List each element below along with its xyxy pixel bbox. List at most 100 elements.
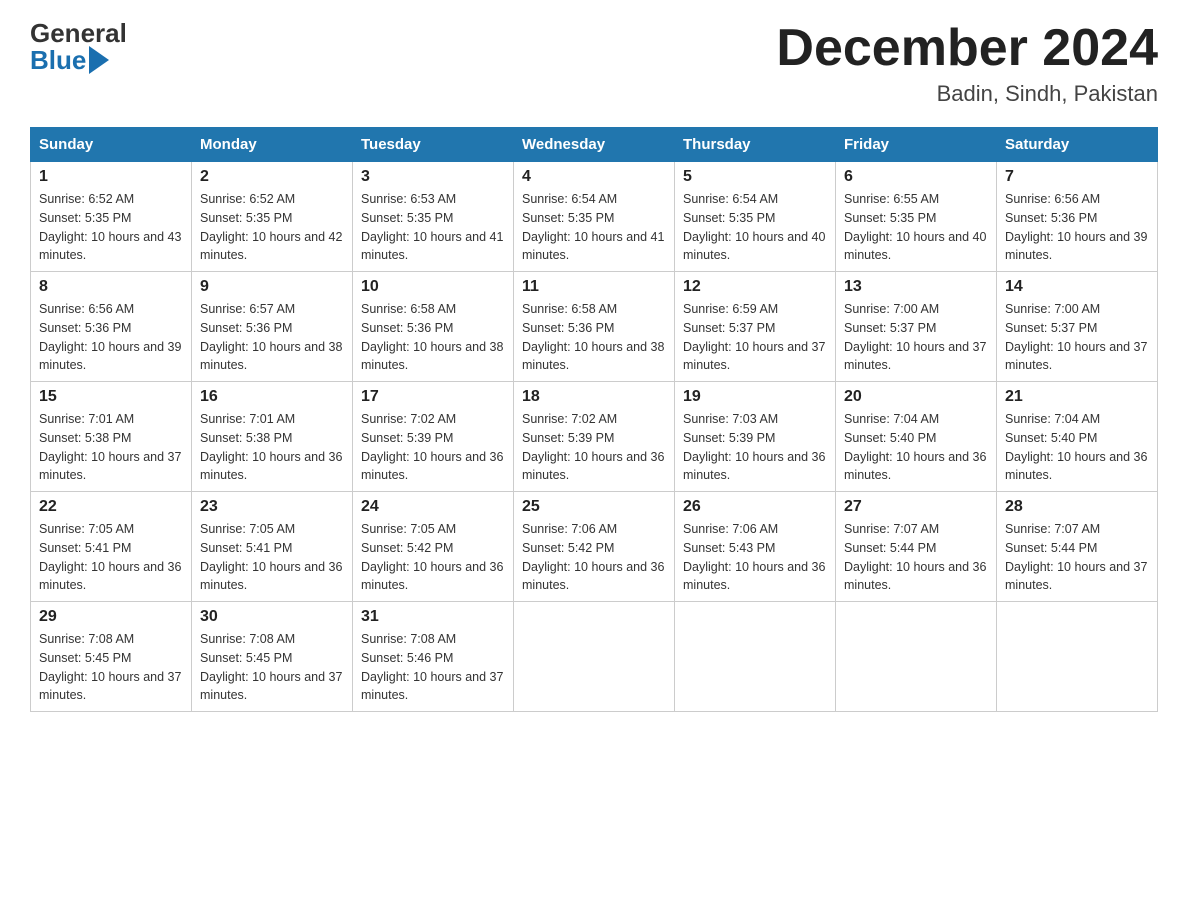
day-info: Sunrise: 7:08 AMSunset: 5:45 PMDaylight:… xyxy=(200,632,342,702)
day-info: Sunrise: 6:54 AMSunset: 5:35 PMDaylight:… xyxy=(683,192,825,262)
day-info: Sunrise: 7:07 AMSunset: 5:44 PMDaylight:… xyxy=(1005,522,1147,592)
header-thursday: Thursday xyxy=(675,128,836,162)
title-block: December 2024 Badin, Sindh, Pakistan xyxy=(776,20,1158,107)
calendar-cell xyxy=(514,602,675,712)
calendar-cell: 18 Sunrise: 7:02 AMSunset: 5:39 PMDaylig… xyxy=(514,382,675,492)
day-info: Sunrise: 7:08 AMSunset: 5:45 PMDaylight:… xyxy=(39,632,181,702)
day-number: 18 xyxy=(522,388,666,406)
calendar-cell: 13 Sunrise: 7:00 AMSunset: 5:37 PMDaylig… xyxy=(836,272,997,382)
calendar-cell: 5 Sunrise: 6:54 AMSunset: 5:35 PMDayligh… xyxy=(675,162,836,272)
calendar-cell: 21 Sunrise: 7:04 AMSunset: 5:40 PMDaylig… xyxy=(997,382,1158,492)
header-monday: Monday xyxy=(192,128,353,162)
calendar-cell: 16 Sunrise: 7:01 AMSunset: 5:38 PMDaylig… xyxy=(192,382,353,492)
header-tuesday: Tuesday xyxy=(353,128,514,162)
calendar-cell: 29 Sunrise: 7:08 AMSunset: 5:45 PMDaylig… xyxy=(31,602,192,712)
calendar-cell: 1 Sunrise: 6:52 AMSunset: 5:35 PMDayligh… xyxy=(31,162,192,272)
calendar-cell: 22 Sunrise: 7:05 AMSunset: 5:41 PMDaylig… xyxy=(31,492,192,602)
week-row-3: 15 Sunrise: 7:01 AMSunset: 5:38 PMDaylig… xyxy=(31,382,1158,492)
calendar-cell: 12 Sunrise: 6:59 AMSunset: 5:37 PMDaylig… xyxy=(675,272,836,382)
day-info: Sunrise: 6:59 AMSunset: 5:37 PMDaylight:… xyxy=(683,302,825,372)
day-number: 29 xyxy=(39,608,183,626)
calendar-table: SundayMondayTuesdayWednesdayThursdayFrid… xyxy=(30,127,1158,712)
page-header: General Blue December 2024 Badin, Sindh,… xyxy=(30,20,1158,107)
day-info: Sunrise: 7:04 AMSunset: 5:40 PMDaylight:… xyxy=(844,412,986,482)
day-number: 14 xyxy=(1005,278,1149,296)
day-info: Sunrise: 6:52 AMSunset: 5:35 PMDaylight:… xyxy=(39,192,181,262)
calendar-subtitle: Badin, Sindh, Pakistan xyxy=(776,81,1158,107)
day-number: 9 xyxy=(200,278,344,296)
day-info: Sunrise: 6:52 AMSunset: 5:35 PMDaylight:… xyxy=(200,192,342,262)
day-info: Sunrise: 7:00 AMSunset: 5:37 PMDaylight:… xyxy=(1005,302,1147,372)
day-info: Sunrise: 7:00 AMSunset: 5:37 PMDaylight:… xyxy=(844,302,986,372)
day-number: 10 xyxy=(361,278,505,296)
day-info: Sunrise: 6:57 AMSunset: 5:36 PMDaylight:… xyxy=(200,302,342,372)
day-info: Sunrise: 7:03 AMSunset: 5:39 PMDaylight:… xyxy=(683,412,825,482)
logo-text-block: General Blue xyxy=(30,20,127,74)
calendar-cell: 28 Sunrise: 7:07 AMSunset: 5:44 PMDaylig… xyxy=(997,492,1158,602)
day-number: 13 xyxy=(844,278,988,296)
calendar-cell: 11 Sunrise: 6:58 AMSunset: 5:36 PMDaylig… xyxy=(514,272,675,382)
header-sunday: Sunday xyxy=(31,128,192,162)
day-number: 19 xyxy=(683,388,827,406)
week-row-5: 29 Sunrise: 7:08 AMSunset: 5:45 PMDaylig… xyxy=(31,602,1158,712)
calendar-cell: 25 Sunrise: 7:06 AMSunset: 5:42 PMDaylig… xyxy=(514,492,675,602)
calendar-header-row: SundayMondayTuesdayWednesdayThursdayFrid… xyxy=(31,128,1158,162)
calendar-cell: 27 Sunrise: 7:07 AMSunset: 5:44 PMDaylig… xyxy=(836,492,997,602)
day-info: Sunrise: 6:58 AMSunset: 5:36 PMDaylight:… xyxy=(522,302,664,372)
calendar-cell: 24 Sunrise: 7:05 AMSunset: 5:42 PMDaylig… xyxy=(353,492,514,602)
day-number: 20 xyxy=(844,388,988,406)
day-info: Sunrise: 6:53 AMSunset: 5:35 PMDaylight:… xyxy=(361,192,503,262)
day-info: Sunrise: 7:08 AMSunset: 5:46 PMDaylight:… xyxy=(361,632,503,702)
day-info: Sunrise: 6:56 AMSunset: 5:36 PMDaylight:… xyxy=(39,302,181,372)
day-number: 11 xyxy=(522,278,666,296)
day-number: 6 xyxy=(844,168,988,186)
day-number: 28 xyxy=(1005,498,1149,516)
calendar-cell: 6 Sunrise: 6:55 AMSunset: 5:35 PMDayligh… xyxy=(836,162,997,272)
day-number: 22 xyxy=(39,498,183,516)
day-number: 25 xyxy=(522,498,666,516)
day-info: Sunrise: 7:05 AMSunset: 5:41 PMDaylight:… xyxy=(39,522,181,592)
calendar-cell: 19 Sunrise: 7:03 AMSunset: 5:39 PMDaylig… xyxy=(675,382,836,492)
day-info: Sunrise: 7:01 AMSunset: 5:38 PMDaylight:… xyxy=(39,412,181,482)
calendar-cell xyxy=(997,602,1158,712)
day-number: 8 xyxy=(39,278,183,296)
week-row-4: 22 Sunrise: 7:05 AMSunset: 5:41 PMDaylig… xyxy=(31,492,1158,602)
day-number: 17 xyxy=(361,388,505,406)
calendar-cell: 2 Sunrise: 6:52 AMSunset: 5:35 PMDayligh… xyxy=(192,162,353,272)
day-number: 2 xyxy=(200,168,344,186)
day-info: Sunrise: 7:02 AMSunset: 5:39 PMDaylight:… xyxy=(361,412,503,482)
day-number: 12 xyxy=(683,278,827,296)
calendar-cell: 17 Sunrise: 7:02 AMSunset: 5:39 PMDaylig… xyxy=(353,382,514,492)
week-row-1: 1 Sunrise: 6:52 AMSunset: 5:35 PMDayligh… xyxy=(31,162,1158,272)
day-info: Sunrise: 7:05 AMSunset: 5:42 PMDaylight:… xyxy=(361,522,503,592)
day-number: 4 xyxy=(522,168,666,186)
logo: General Blue xyxy=(30,20,127,74)
day-number: 1 xyxy=(39,168,183,186)
logo-arrow-icon xyxy=(89,46,109,74)
day-number: 15 xyxy=(39,388,183,406)
calendar-cell: 10 Sunrise: 6:58 AMSunset: 5:36 PMDaylig… xyxy=(353,272,514,382)
day-number: 21 xyxy=(1005,388,1149,406)
calendar-body: 1 Sunrise: 6:52 AMSunset: 5:35 PMDayligh… xyxy=(31,162,1158,712)
day-info: Sunrise: 7:06 AMSunset: 5:43 PMDaylight:… xyxy=(683,522,825,592)
day-number: 26 xyxy=(683,498,827,516)
calendar-cell: 14 Sunrise: 7:00 AMSunset: 5:37 PMDaylig… xyxy=(997,272,1158,382)
day-number: 24 xyxy=(361,498,505,516)
day-info: Sunrise: 7:07 AMSunset: 5:44 PMDaylight:… xyxy=(844,522,986,592)
day-number: 30 xyxy=(200,608,344,626)
header-wednesday: Wednesday xyxy=(514,128,675,162)
calendar-cell xyxy=(836,602,997,712)
calendar-cell: 31 Sunrise: 7:08 AMSunset: 5:46 PMDaylig… xyxy=(353,602,514,712)
day-number: 5 xyxy=(683,168,827,186)
calendar-cell: 9 Sunrise: 6:57 AMSunset: 5:36 PMDayligh… xyxy=(192,272,353,382)
day-number: 23 xyxy=(200,498,344,516)
day-info: Sunrise: 7:04 AMSunset: 5:40 PMDaylight:… xyxy=(1005,412,1147,482)
day-info: Sunrise: 6:54 AMSunset: 5:35 PMDaylight:… xyxy=(522,192,664,262)
day-number: 16 xyxy=(200,388,344,406)
calendar-cell: 23 Sunrise: 7:05 AMSunset: 5:41 PMDaylig… xyxy=(192,492,353,602)
calendar-cell: 15 Sunrise: 7:01 AMSunset: 5:38 PMDaylig… xyxy=(31,382,192,492)
header-saturday: Saturday xyxy=(997,128,1158,162)
calendar-cell: 20 Sunrise: 7:04 AMSunset: 5:40 PMDaylig… xyxy=(836,382,997,492)
calendar-title: December 2024 xyxy=(776,20,1158,77)
day-info: Sunrise: 6:56 AMSunset: 5:36 PMDaylight:… xyxy=(1005,192,1147,262)
